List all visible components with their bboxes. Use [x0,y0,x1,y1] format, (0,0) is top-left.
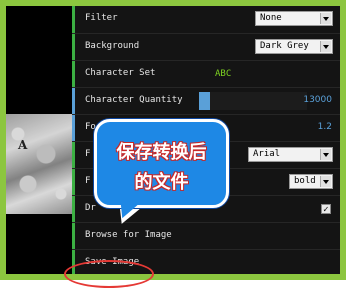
row-accent [72,88,75,114]
slider-fill [199,92,210,110]
row-accent [72,169,75,195]
font-label: F [85,149,91,159]
font-weight-select[interactable]: bold [289,174,333,189]
preview-character: A [18,138,28,152]
callout-line1: 保存转换后 [116,142,207,163]
row-background: Background Dark Grey [72,33,340,60]
chevron-down-icon[interactable] [320,41,331,52]
green-frame: A Filter None Background Dark Grey Chara… [0,0,346,288]
row-character-set: Character Set ABC [72,60,340,87]
filter-select[interactable]: None [255,11,333,26]
character-set-label: Character Set [85,68,156,78]
row-accent [72,34,75,60]
background-select[interactable]: Dark Grey [255,39,333,54]
font-value: Arial [253,149,281,159]
font-size-value[interactable]: 1.2 [318,122,332,132]
highlight-circle [64,260,154,288]
row-filter: Filter None [72,6,340,33]
browse-image-button[interactable]: Browse for Image [85,230,172,240]
row-character-quantity: Character Quantity 13000 [72,87,340,114]
row-accent [72,61,75,87]
character-quantity-label: Character Quantity [85,95,183,105]
chevron-down-icon[interactable] [320,149,331,160]
image-preview: A [6,6,72,274]
chevron-down-icon[interactable] [320,13,331,24]
row-accent [72,196,75,222]
chevron-down-icon[interactable] [320,176,331,187]
row-accent [72,223,75,249]
background-label: Background [85,41,140,51]
font-weight-label: F [85,176,91,186]
row-accent [72,115,75,141]
font-weight-value: bold [294,176,316,186]
callout-bubble: 保存转换后 的文件 [94,119,229,208]
filter-label: Filter [85,13,118,23]
character-set-input[interactable]: ABC [215,69,231,79]
row-accent [72,142,75,168]
draw-checkbox[interactable]: ✓ [321,204,331,214]
draw-label: Dr [85,203,96,213]
font-select[interactable]: Arial [248,147,333,162]
row-accent [72,6,75,33]
preview-texture [6,114,72,214]
background-value: Dark Grey [260,41,309,51]
callout-line2: 的文件 [134,172,189,193]
character-quantity-value: 13000 [303,95,332,105]
row-browse[interactable]: Browse for Image [72,222,340,249]
filter-value: None [260,13,282,23]
character-quantity-slider[interactable] [199,92,307,110]
